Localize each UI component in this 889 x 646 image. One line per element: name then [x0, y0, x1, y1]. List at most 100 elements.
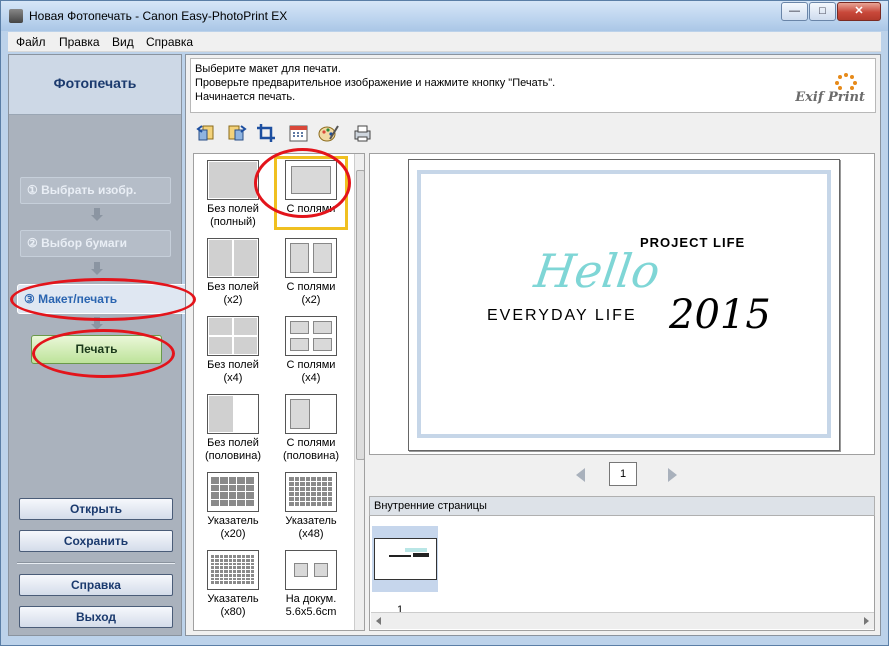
index-cell [246, 573, 250, 577]
prev-page-icon[interactable] [576, 468, 585, 482]
close-button[interactable]: ✕ [837, 2, 881, 21]
index-cell [224, 581, 228, 584]
index-cell [289, 497, 294, 501]
index-cell [219, 573, 224, 577]
index-cell [294, 487, 299, 491]
menu-bar: Файл Правка Вид Справка [8, 32, 881, 52]
index-cell [233, 581, 237, 584]
save-button[interactable]: Сохранить [19, 530, 173, 552]
index-cell [215, 577, 219, 581]
index-cell [300, 482, 305, 486]
layout-thumbnail [285, 550, 337, 590]
menu-edit[interactable]: Правка [59, 35, 100, 49]
index-cell [246, 581, 250, 584]
layout-index-x80[interactable]: Указатель (x80) [200, 550, 266, 619]
print-settings-icon[interactable] [352, 123, 373, 143]
index-cell [219, 577, 224, 581]
index-cell [241, 566, 246, 569]
layout-bordered-x2[interactable]: С полями (x2) [278, 238, 344, 307]
menu-file[interactable]: Файл [16, 35, 46, 49]
index-cell [211, 499, 219, 506]
edit-palette-icon[interactable] [318, 123, 339, 143]
index-cell [327, 502, 332, 506]
layout-scrollbar[interactable] [354, 154, 364, 630]
index-cell [322, 492, 327, 496]
photo-text-everyday: EVERYDAY LIFE [487, 307, 637, 324]
index-cell [311, 497, 316, 501]
instruction-line: Начинается печать. [195, 91, 296, 103]
layout-thumbnail [207, 316, 259, 356]
layout-bordered-x4[interactable]: С полями (x4) [278, 316, 344, 385]
preview-paper: PROJECT LIFE Hello EVERYDAY LIFE 2015 [408, 159, 840, 451]
index-cell [211, 566, 215, 569]
index-cell [219, 558, 224, 562]
index-cell [246, 499, 254, 506]
crop-icon[interactable] [256, 123, 277, 143]
rotate-right-icon[interactable] [226, 123, 247, 143]
index-cell [250, 555, 254, 558]
index-cell [211, 477, 219, 484]
layout-thumbnail [207, 394, 259, 434]
index-cell [211, 558, 215, 562]
layout-index-x48[interactable]: Указатель (x48) [278, 472, 344, 541]
page-navigator: 1 [576, 459, 686, 489]
exif-print-logo: Exif Print [791, 73, 865, 111]
index-cell [327, 487, 332, 491]
index-cell [305, 482, 310, 486]
index-cell [241, 555, 246, 558]
page-thumbnail-selected[interactable]: 1 [372, 526, 438, 616]
help-button[interactable]: Справка [19, 574, 173, 596]
menu-help[interactable]: Справка [146, 35, 193, 49]
index-cell [289, 477, 294, 481]
open-button[interactable]: Открыть [19, 498, 173, 520]
layout-label: Указатель (x48) [285, 515, 337, 540]
index-cell [228, 577, 232, 581]
rotate-left-icon[interactable] [196, 123, 217, 143]
index-cell [250, 581, 254, 584]
step-select-images[interactable]: ① Выбрать изобр. [20, 177, 171, 204]
index-cell [250, 558, 254, 562]
exit-button[interactable]: Выход [19, 606, 173, 628]
instruction-line: Выберите макет для печати. [195, 63, 341, 75]
window-title: Новая Фотопечать - Canon Easy-PhotoPrint… [29, 9, 288, 23]
index-cell [224, 577, 228, 581]
index-cell [327, 482, 332, 486]
next-page-icon[interactable] [668, 468, 677, 482]
index-cell [294, 497, 299, 501]
index-cell [228, 492, 237, 499]
index-cell [305, 492, 310, 496]
maximize-button[interactable]: □ [809, 2, 836, 21]
menu-view[interactable]: Вид [112, 35, 134, 49]
step-select-paper[interactable]: ② Выбор бумаги [20, 230, 171, 257]
layout-label: С полями (x2) [286, 281, 336, 306]
layout-bordered-half[interactable]: С полями (половина) [278, 394, 344, 463]
photo-text-hello: Hello [531, 244, 664, 298]
index-cell [211, 484, 219, 491]
scrollbar-thumb[interactable] [356, 170, 364, 460]
index-cell [316, 487, 321, 491]
date-icon[interactable] [288, 123, 309, 143]
layout-borderless-x2[interactable]: Без полей (x2) [200, 238, 266, 307]
minimize-button[interactable]: — [781, 2, 808, 21]
index-cell [219, 499, 228, 506]
layout-id-photo[interactable]: На докум. 5.6x5.6cm [278, 550, 344, 619]
layout-borderless-x4[interactable]: Без полей (x4) [200, 316, 266, 385]
index-cell [211, 492, 219, 499]
index-cell [224, 566, 228, 569]
index-cell [211, 562, 215, 566]
highlight-ring [254, 148, 351, 218]
index-cell [300, 487, 305, 491]
layout-index-x20[interactable]: Указатель (x20) [200, 472, 266, 541]
index-cell [246, 570, 250, 573]
layout-borderless-half[interactable]: Без полей (половина) [200, 394, 266, 463]
index-cell [224, 555, 228, 558]
page-thumbnail [374, 538, 437, 580]
index-cell [228, 477, 237, 484]
index-cell [228, 573, 232, 577]
index-cell [322, 477, 327, 481]
layout-label: С полями (x4) [286, 359, 336, 384]
index-cell [246, 577, 250, 581]
pages-scrollbar[interactable] [371, 612, 874, 629]
index-cell [327, 497, 332, 501]
index-cell [233, 570, 237, 573]
